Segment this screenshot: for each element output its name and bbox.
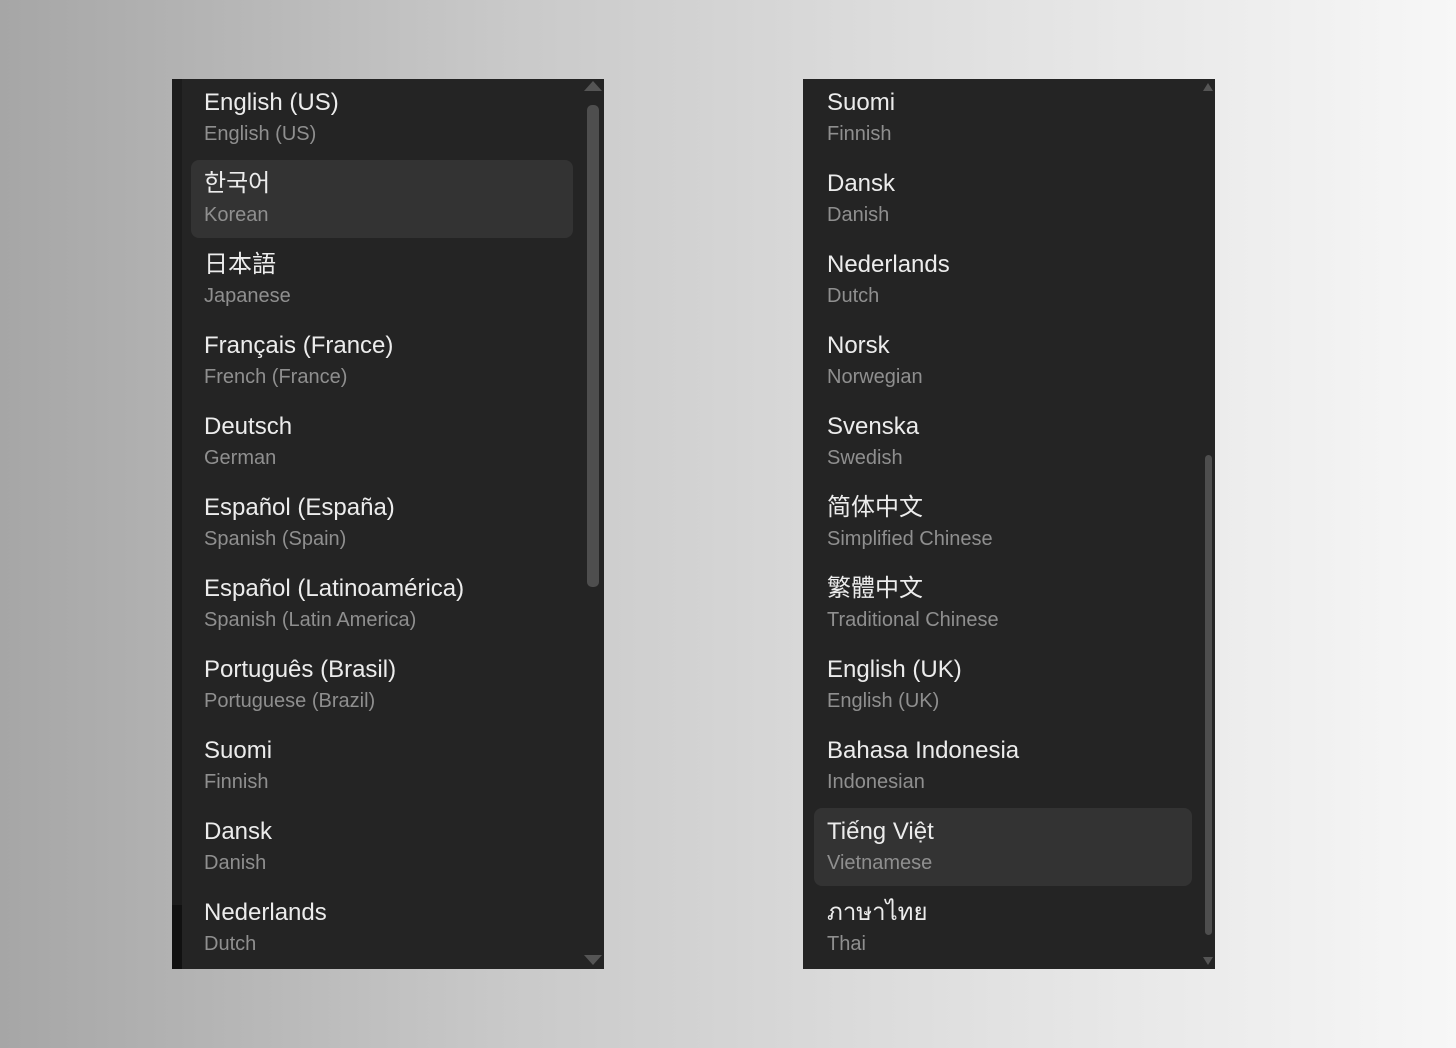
language-english-name: Dutch [827, 285, 880, 307]
language-list-panel-right: Suomi Finnish Dansk Danish Nederlands Dutch No… [803, 79, 1215, 969]
language-option[interactable]: Tiếng Việt Vietnamese [814, 808, 1192, 886]
language-english-name: Traditional Chinese [827, 609, 999, 631]
language-native-name: Deutsch [204, 413, 293, 440]
language-english-name: Simplified Chinese [827, 528, 993, 550]
language-native-name: ภาษาไทย [827, 899, 928, 926]
language-native-name: Norsk [827, 332, 890, 359]
language-native-name: English (US) [204, 89, 339, 116]
language-option[interactable]: Nederlands Dutch [814, 241, 1192, 319]
language-list-panel-left: English (US) English (US) 한국어 Korean 日本語 Japa… [172, 79, 604, 969]
language-option[interactable]: Español (España) Spanish (Spain) [191, 484, 573, 562]
language-english-name: French (France) [204, 366, 348, 388]
language-native-name: 한국어 [204, 170, 271, 197]
language-native-name: Português (Brasil) [204, 656, 397, 683]
language-english-name: Spanish (Latin America) [204, 609, 417, 631]
language-native-name: English (UK) [827, 656, 962, 683]
language-option[interactable]: Svenska Swedish [814, 403, 1192, 481]
language-option[interactable]: Português (Brasil) Portuguese (Brazil) [191, 646, 573, 724]
language-option[interactable]: Dansk Danish [191, 808, 573, 886]
language-option[interactable]: 日本語 Japanese [191, 241, 573, 319]
language-native-name: 简体中文 [827, 494, 923, 521]
language-english-name: Dutch [204, 933, 257, 955]
language-native-name: Bahasa Indonesia [827, 737, 1020, 764]
language-english-name: Norwegian [827, 366, 923, 388]
language-native-name: Suomi [204, 737, 273, 764]
scrollbar[interactable] [1201, 79, 1215, 969]
scroll-up-arrow-icon[interactable] [1203, 83, 1213, 91]
language-english-name: Danish [827, 204, 890, 226]
scroll-down-arrow-icon[interactable] [584, 955, 602, 965]
language-native-name: 繁體中文 [827, 575, 923, 602]
scrollbar-thumb[interactable] [1205, 455, 1212, 935]
language-option[interactable]: Bahasa Indonesia Indonesian [814, 727, 1192, 805]
language-option[interactable]: ภาษาไทย Thai [814, 889, 1192, 967]
scrollbar[interactable] [582, 79, 604, 969]
language-english-name: Indonesian [827, 771, 925, 793]
language-native-name: Nederlands [827, 251, 950, 278]
language-native-name: Français (France) [204, 332, 394, 359]
language-native-name: Español (España) [204, 494, 395, 521]
language-native-name: Svenska [827, 413, 920, 440]
language-english-name: Danish [204, 852, 267, 874]
scroll-up-arrow-icon[interactable] [584, 81, 602, 91]
language-native-name: Tiếng Việt [827, 818, 934, 845]
language-option[interactable]: English (US) English (US) [191, 79, 573, 157]
language-option[interactable]: Español (Latinoamérica) Spanish (Latin Am… [191, 565, 573, 643]
scrollbar-thumb[interactable] [587, 105, 599, 587]
scroll-down-arrow-icon[interactable] [1203, 957, 1213, 965]
language-english-name: German [204, 447, 277, 469]
language-native-name: Nederlands [204, 899, 327, 926]
language-english-name: Finnish [827, 123, 892, 145]
language-english-name: Thai [827, 933, 866, 955]
language-native-name: 日本語 [204, 251, 276, 278]
language-english-name: Spanish (Spain) [204, 528, 347, 550]
language-option[interactable]: Suomi Finnish [814, 79, 1192, 157]
language-option[interactable]: 简体中文 Simplified Chinese [814, 484, 1192, 562]
language-english-name: Swedish [827, 447, 903, 469]
panel-left-edge-bottom [172, 905, 182, 969]
language-option[interactable]: 繁體中文 Traditional Chinese [814, 565, 1192, 643]
language-native-name: Suomi [827, 89, 896, 116]
language-option[interactable]: 한국어 Korean [191, 160, 573, 238]
language-list: Suomi Finnish Dansk Danish Nederlands Dutch No… [814, 79, 1192, 969]
language-english-name: English (US) [204, 123, 317, 145]
language-native-name: Español (Latinoamérica) [204, 575, 465, 602]
language-option[interactable]: Norsk Norwegian [814, 322, 1192, 400]
language-english-name: English (UK) [827, 690, 940, 712]
language-list: English (US) English (US) 한국어 Korean 日本語 Japa… [191, 79, 573, 969]
language-option[interactable]: English (UK) English (UK) [814, 646, 1192, 724]
panel-left-edge [172, 79, 182, 905]
language-option[interactable]: Suomi Finnish [191, 727, 573, 805]
language-english-name: Finnish [204, 771, 269, 793]
language-native-name: Dansk [204, 818, 273, 845]
language-option[interactable]: Français (France) French (France) [191, 322, 573, 400]
language-option[interactable]: Dansk Danish [814, 160, 1192, 238]
language-option[interactable]: Deutsch German [191, 403, 573, 481]
language-english-name: Vietnamese [827, 852, 933, 874]
language-english-name: Korean [204, 204, 269, 226]
language-english-name: Portuguese (Brazil) [204, 690, 376, 712]
language-english-name: Japanese [204, 285, 291, 307]
language-native-name: Dansk [827, 170, 896, 197]
language-option[interactable]: Nederlands Dutch [191, 889, 573, 967]
